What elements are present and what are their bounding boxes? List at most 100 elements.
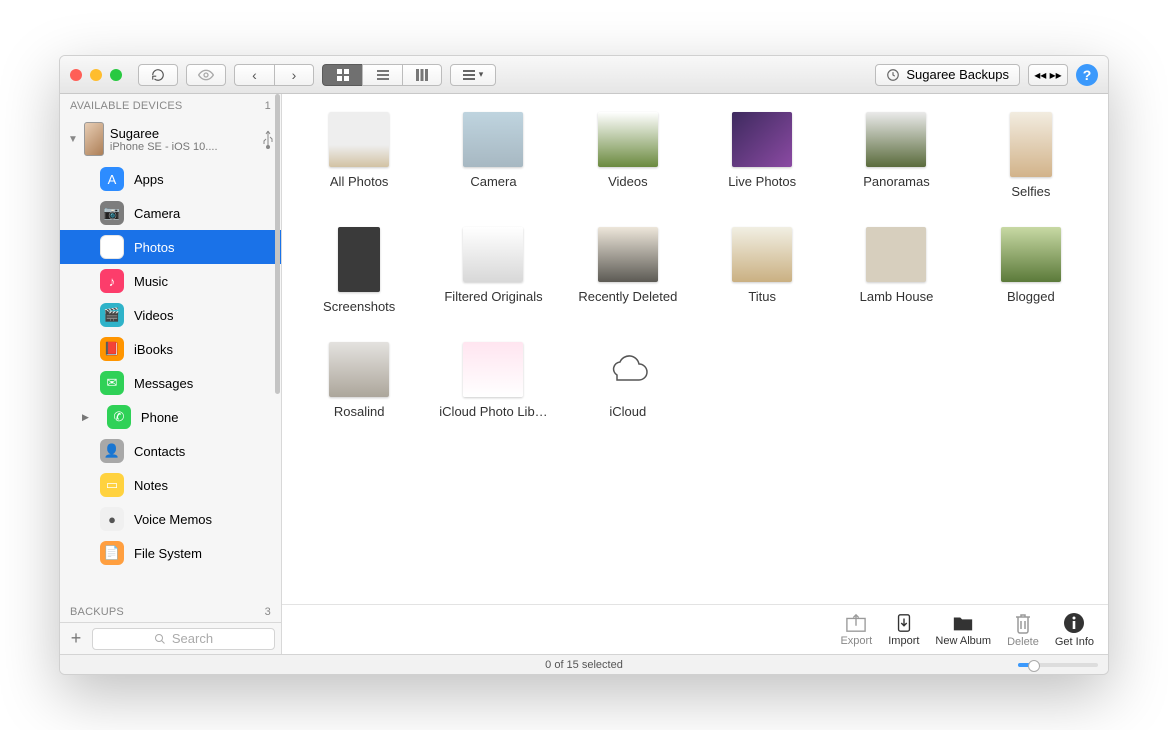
help-button[interactable]: ?: [1076, 64, 1098, 86]
sidebar-item-label: Notes: [134, 478, 168, 493]
back-button[interactable]: ‹: [234, 64, 274, 86]
sidebar-item-file-system[interactable]: 📄File System: [60, 536, 281, 570]
album-live-photos[interactable]: Live Photos: [701, 112, 823, 199]
album-label: Selfies: [1011, 184, 1050, 199]
album-thumbnail: [329, 342, 389, 397]
window-controls: [70, 69, 122, 81]
backups-button[interactable]: Sugaree Backups: [875, 64, 1020, 86]
album-icloud[interactable]: iCloud: [567, 342, 689, 419]
album-label: Recently Deleted: [578, 289, 677, 304]
album-thumbnail: [866, 112, 926, 167]
album-label: Rosalind: [334, 404, 385, 419]
device-row[interactable]: ▼ Sugaree iPhone SE - iOS 10....: [60, 116, 281, 162]
album-thumbnail: [338, 227, 380, 292]
usb-icon: [263, 129, 273, 149]
sidebar-list: AApps📷Camera✿Photos♪Music🎬Videos📕iBooks✉…: [60, 162, 281, 600]
album-label: Live Photos: [728, 174, 796, 189]
album-thumbnail: [598, 112, 658, 167]
status-bar: 0 of 15 selected: [60, 654, 1108, 674]
sidebar-item-phone[interactable]: ▶✆Phone: [60, 400, 281, 434]
sidebar-item-label: Messages: [134, 376, 193, 391]
album-thumbnail: [463, 342, 523, 397]
available-devices-label: AVAILABLE DEVICES: [70, 100, 182, 112]
backups-label: BACKUPS: [70, 606, 124, 618]
album-thumbnail: [598, 227, 658, 282]
backups-button-label: Sugaree Backups: [906, 67, 1009, 82]
transfer-button[interactable]: ◂◂ ▸▸: [1028, 64, 1068, 86]
album-thumbnail: [329, 112, 389, 167]
album-videos[interactable]: Videos: [567, 112, 689, 199]
chevron-right-icon: ▶: [82, 412, 89, 423]
album-lamb-house[interactable]: Lamb House: [835, 227, 957, 314]
add-button[interactable]: +: [66, 628, 86, 649]
zoom-slider[interactable]: [1018, 663, 1098, 667]
refresh-button[interactable]: [138, 64, 178, 86]
album-recently-deleted[interactable]: Recently Deleted: [567, 227, 689, 314]
device-thumbnail: [84, 122, 104, 156]
sidebar-item-voice-memos[interactable]: ●Voice Memos: [60, 502, 281, 536]
sidebar: AVAILABLE DEVICES 1 ▼ Sugaree iPhone SE …: [60, 94, 282, 654]
sidebar-item-label: Apps: [134, 172, 164, 187]
album-label: Titus: [748, 289, 776, 304]
album-rosalind[interactable]: Rosalind: [298, 342, 420, 419]
album-label: Filtered Originals: [444, 289, 542, 304]
column-view-button[interactable]: [402, 64, 442, 86]
album-camera[interactable]: Camera: [432, 112, 554, 199]
album-label: Panoramas: [863, 174, 929, 189]
sidebar-item-messages[interactable]: ✉Messages: [60, 366, 281, 400]
available-devices-header: AVAILABLE DEVICES 1: [60, 94, 281, 116]
album-filtered-originals[interactable]: Filtered Originals: [432, 227, 554, 314]
close-icon[interactable]: [70, 69, 82, 81]
icon-view-button[interactable]: [322, 64, 362, 86]
sidebar-item-camera[interactable]: 📷Camera: [60, 196, 281, 230]
album-screenshots[interactable]: Screenshots: [298, 227, 420, 314]
view-mode-group: [322, 64, 442, 86]
album-thumbnail: [732, 227, 792, 282]
album-label: iCloud Photo Lib…: [439, 404, 547, 419]
sidebar-item-contacts[interactable]: 👤 Contacts: [60, 434, 281, 468]
album-thumbnail: [463, 112, 523, 167]
sidebar-item-photos[interactable]: ✿Photos: [60, 230, 281, 264]
preview-button[interactable]: [186, 64, 226, 86]
albums-grid: All Photos CameraVideos Live Photos Panoram…: [298, 112, 1092, 419]
export-button[interactable]: Export: [840, 613, 872, 647]
album-titus[interactable]: Titus: [701, 227, 823, 314]
sidebar-item-label: Camera: [134, 206, 180, 221]
list-view-button[interactable]: [362, 64, 402, 86]
album-thumbnail: [463, 227, 523, 282]
album-label: All Photos: [330, 174, 389, 189]
album-thumbnail: [866, 227, 926, 282]
sidebar-item-label: Contacts: [134, 444, 185, 459]
album-icloud-photo-lib-[interactable]: iCloud Photo Lib…: [432, 342, 554, 419]
contacts-icon: 👤: [100, 439, 124, 463]
new-album-button[interactable]: New Album: [935, 613, 991, 647]
notes-icon: ▭: [100, 473, 124, 497]
album-selfies[interactable]: Selfies: [970, 112, 1092, 199]
sidebar-item-music[interactable]: ♪Music: [60, 264, 281, 298]
album-label: iCloud: [609, 404, 646, 419]
sidebar-item-label: iBooks: [134, 342, 173, 357]
get-info-button[interactable]: Get Info: [1055, 612, 1094, 648]
forward-button[interactable]: ›: [274, 64, 314, 86]
selection-status: 0 of 15 selected: [545, 659, 623, 671]
delete-button[interactable]: Delete: [1007, 612, 1039, 648]
sidebar-item-ibooks[interactable]: 📕iBooks: [60, 332, 281, 366]
album-all-photos[interactable]: All Photos: [298, 112, 420, 199]
search-input[interactable]: Search: [92, 628, 275, 650]
action-menu-button[interactable]: ▾: [450, 64, 496, 86]
device-sub: iPhone SE - iOS 10....: [110, 141, 257, 153]
album-blogged[interactable]: Blogged: [970, 227, 1092, 314]
content-area: All Photos CameraVideos Live Photos Panoram…: [282, 94, 1108, 654]
album-panoramas[interactable]: Panoramas: [835, 112, 957, 199]
minimize-icon[interactable]: [90, 69, 102, 81]
sidebar-item-videos[interactable]: 🎬Videos: [60, 298, 281, 332]
sidebar-item-apps[interactable]: AApps: [60, 162, 281, 196]
device-name: Sugaree: [110, 126, 257, 141]
videos-icon: 🎬: [100, 303, 124, 327]
scrollbar-thumb[interactable]: [275, 94, 280, 394]
import-button[interactable]: Import: [888, 613, 919, 647]
zoom-icon[interactable]: [110, 69, 122, 81]
sidebar-item-notes[interactable]: ▭ Notes: [60, 468, 281, 502]
backups-header: BACKUPS 3: [60, 600, 281, 622]
phone-icon: ✆: [107, 405, 131, 429]
